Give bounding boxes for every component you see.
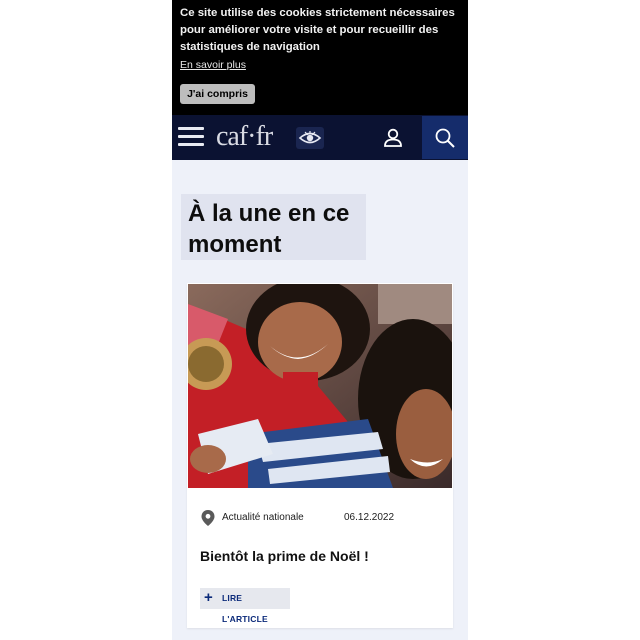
- menu-icon[interactable]: [178, 127, 204, 149]
- mobile-viewport: Ce site utilise des cookies strictement …: [172, 0, 468, 640]
- read-article-label: LIRE L'ARTICLE: [222, 593, 268, 624]
- article-card[interactable]: Actualité nationale 06.12.2022 Bientôt l…: [187, 283, 453, 628]
- article-date: 06.12.2022: [344, 512, 395, 523]
- article-category: Actualité nationale: [222, 512, 304, 523]
- accept-cookies-button[interactable]: J'ai compris: [180, 84, 255, 104]
- section-title: À la une en ce moment: [188, 200, 350, 258]
- plus-icon: +: [204, 589, 213, 606]
- user-icon[interactable]: [382, 127, 404, 149]
- cookie-banner: Ce site utilise des cookies strictement …: [172, 0, 468, 115]
- site-logo[interactable]: caf·fr: [216, 121, 273, 153]
- learn-more-link[interactable]: En savoir plus: [180, 59, 246, 71]
- article-image[interactable]: [188, 284, 452, 488]
- search-button[interactable]: [422, 116, 468, 159]
- read-article-button[interactable]: + LIRE L'ARTICLE: [200, 588, 290, 624]
- location-pin-icon: [201, 510, 215, 526]
- search-icon: [435, 128, 455, 148]
- eye-accessibility-icon[interactable]: [296, 127, 324, 149]
- site-header: caf·fr: [172, 115, 468, 160]
- article-title[interactable]: Bientôt la prime de Noël !: [200, 548, 369, 564]
- section-heading: À la une en ce moment: [181, 194, 366, 260]
- cookie-message: Ce site utilise des cookies strictement …: [180, 7, 455, 53]
